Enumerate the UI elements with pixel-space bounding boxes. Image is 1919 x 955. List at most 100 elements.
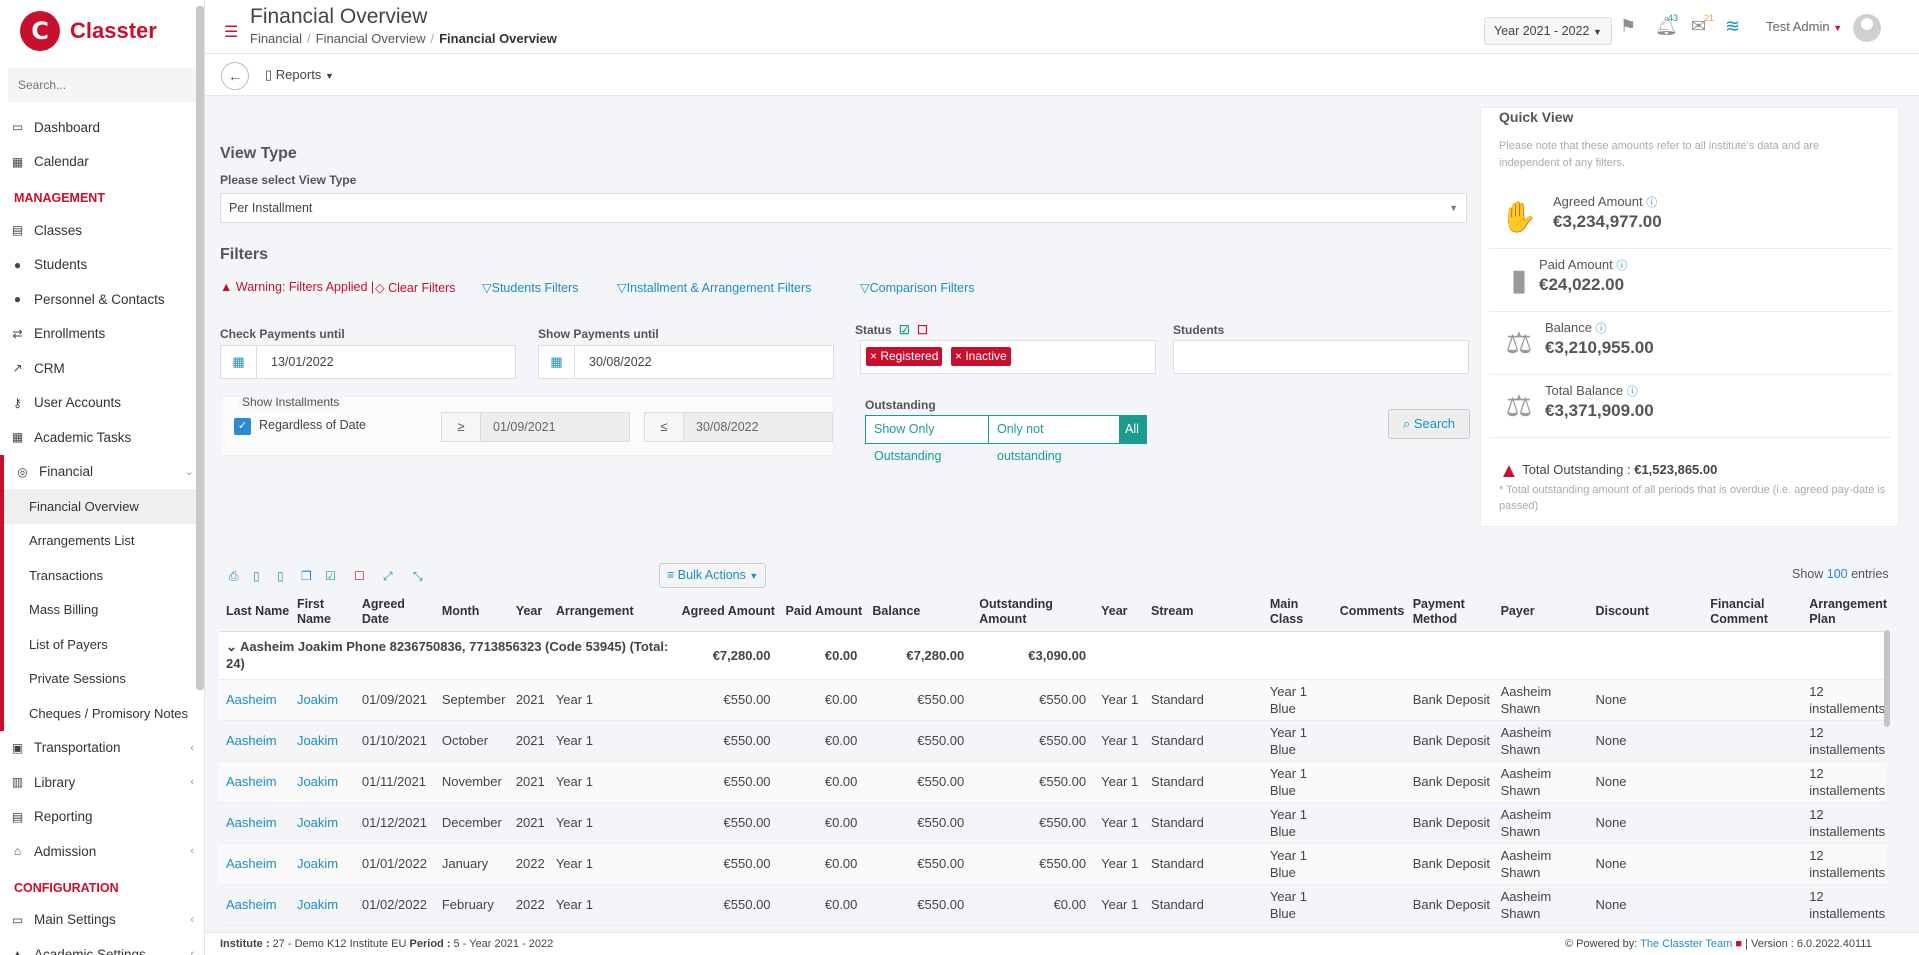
table-cell[interactable]: Aasheim <box>219 761 290 803</box>
sidebar-item-academic-settings[interactable]: ▲ Academic Settings ‹ <box>0 937 204 955</box>
classter-team-link[interactable]: The Classter Team <box>1640 938 1732 950</box>
sidebar-item-enrollments[interactable]: ⇄ Enrollments <box>0 317 204 352</box>
sidebar-item-personnel[interactable]: ● Personnel & Contacts <box>0 282 204 317</box>
check-all-icon[interactable]: ☑ <box>899 323 910 337</box>
col-paid-amount[interactable]: Paid Amount <box>778 593 866 632</box>
print-icon[interactable]: ⎙ <box>229 569 239 584</box>
table-scrollbar[interactable] <box>1884 630 1890 727</box>
sidebar-scrollbar[interactable] <box>196 6 204 690</box>
info-icon[interactable]: ⓘ <box>1596 323 1607 335</box>
col-last-name[interactable]: Last Name <box>219 593 290 632</box>
info-icon[interactable]: ⓘ <box>1616 260 1627 272</box>
sidebar-item-cheques[interactable]: Cheques / Promisory Notes <box>4 696 204 731</box>
sidebar-item-mass-billing[interactable]: Mass Billing <box>4 593 204 628</box>
sidebar-item-arrangements-list[interactable]: Arrangements List <box>4 524 204 559</box>
table-cell[interactable]: Aasheim <box>219 884 290 926</box>
table-cell[interactable]: Joakim <box>289 884 355 926</box>
logo[interactable]: C Classter <box>0 0 204 62</box>
col-payment-method[interactable]: Payment Method <box>1405 593 1494 632</box>
search-button[interactable]: ⌕ Search <box>1388 409 1470 439</box>
sidebar-item-financial[interactable]: ◎ Financial ⌄ <box>0 454 204 489</box>
clear-filters-link[interactable]: ◇ Clear Filters <box>375 280 455 295</box>
view-type-select[interactable]: Per Installment ▼ <box>220 193 1467 223</box>
col-year-2[interactable]: Year <box>1094 593 1145 632</box>
table-cell[interactable]: Aasheim <box>219 679 290 721</box>
select-all-icon[interactable]: ☑ <box>325 569 336 583</box>
col-arrangement[interactable]: Arrangement <box>548 593 675 632</box>
deselect-all-icon[interactable]: ☐ <box>354 569 365 583</box>
from-date-input[interactable]: 01/09/2021 <box>480 412 630 442</box>
info-icon[interactable]: ⓘ <box>1627 386 1638 398</box>
info-icon[interactable]: ⓘ <box>1646 197 1657 209</box>
sidebar-item-library[interactable]: ▥ Library ‹ <box>0 765 204 800</box>
user-name[interactable]: Test Admin ▼ <box>1766 19 1842 34</box>
check-payments-date[interactable]: ▦ 13/01/2022 <box>220 345 516 379</box>
layers-icon[interactable]: ≋ <box>1725 16 1740 37</box>
menu-toggle-icon[interactable]: ☰ <box>224 22 238 42</box>
table-cell[interactable]: Aasheim <box>219 720 290 762</box>
all-option[interactable]: All <box>1119 415 1147 444</box>
col-comments[interactable]: Comments <box>1332 593 1406 632</box>
sidebar-item-main-settings[interactable]: ▭ Main Settings ‹ <box>0 903 204 938</box>
table-cell[interactable]: Aasheim <box>219 843 290 885</box>
back-button[interactable]: ← <box>221 62 249 90</box>
group-row[interactable]: ⌄ Aasheim Joakim Phone 8236750836, 77138… <box>219 631 1887 680</box>
students-filters-link[interactable]: ▽Students Filters <box>482 280 578 295</box>
col-payer[interactable]: Payer <box>1493 593 1589 632</box>
to-date-input[interactable]: 30/08/2022 <box>683 412 833 442</box>
entries-count-select[interactable]: 100 <box>1827 567 1848 581</box>
col-agreed-date[interactable]: Agreed Date <box>354 593 435 632</box>
sidebar-item-transactions[interactable]: Transactions <box>4 558 204 593</box>
sidebar-item-transportation[interactable]: ▣ Transportation ‹ <box>0 731 204 766</box>
table-cell[interactable]: Joakim <box>289 720 355 762</box>
sidebar-item-reporting[interactable]: ▤ Reporting <box>0 800 204 835</box>
expand-icon[interactable]: ⤢ <box>383 569 393 584</box>
avatar[interactable] <box>1853 14 1881 42</box>
regardless-checkbox[interactable]: ✓ <box>234 418 251 435</box>
table-cell[interactable]: Joakim <box>289 843 355 885</box>
col-month[interactable]: Month <box>434 593 509 632</box>
sidebar-item-academic-tasks[interactable]: ▦ Academic Tasks <box>0 420 204 455</box>
students-input[interactable] <box>1173 340 1469 374</box>
col-outstanding-amount[interactable]: Outstanding Amount <box>972 593 1095 632</box>
col-balance[interactable]: Balance <box>865 593 973 632</box>
show-only-outstanding-option[interactable]: Show Only Outstanding <box>865 415 989 463</box>
table-cell[interactable]: Joakim <box>289 761 355 803</box>
col-main-class[interactable]: Main Class <box>1262 593 1333 632</box>
col-discount[interactable]: Discount <box>1588 593 1704 632</box>
col-year[interactable]: Year <box>508 593 549 632</box>
sidebar-item-crm[interactable]: ↗ CRM <box>0 351 204 386</box>
table-cell[interactable]: Joakim <box>289 802 355 844</box>
flag-icon[interactable]: ⚑ <box>1620 16 1636 37</box>
status-select[interactable]: × Registered × Inactive <box>860 340 1156 374</box>
sidebar-item-classes[interactable]: ▤ Classes <box>0 213 204 248</box>
sidebar-item-admission[interactable]: ⌂ Admission ‹ <box>0 834 204 869</box>
status-tag-inactive[interactable]: × Inactive <box>951 347 1011 366</box>
installment-filters-link[interactable]: ▽Installment & Arrangement Filters <box>617 280 811 295</box>
csv-icon[interactable]: ▯ <box>277 569 284 583</box>
col-stream[interactable]: Stream <box>1144 593 1263 632</box>
status-tag-registered[interactable]: × Registered <box>866 347 943 366</box>
excel-icon[interactable]: ▯ <box>253 569 260 583</box>
sidebar-search-input[interactable] <box>8 68 196 102</box>
sidebar-item-list-of-payers[interactable]: List of Payers <box>4 627 204 662</box>
sidebar-item-students[interactable]: ● Students <box>0 248 204 283</box>
uncheck-all-icon[interactable]: ☐ <box>917 323 928 337</box>
collapse-icon[interactable]: ⤡ <box>413 569 423 584</box>
sidebar-item-calendar[interactable]: ▦ Calendar <box>0 145 204 180</box>
table-cell[interactable]: Joakim <box>289 679 355 721</box>
only-not-outstanding-option[interactable]: Only not outstanding <box>988 415 1120 463</box>
sidebar-item-private-sessions[interactable]: Private Sessions <box>4 662 204 697</box>
sidebar-item-financial-overview[interactable]: Financial Overview <box>4 489 204 524</box>
copy-icon[interactable]: ❐ <box>301 569 312 583</box>
show-payments-date[interactable]: ▦ 30/08/2022 <box>538 345 834 379</box>
col-arrangement-plan[interactable]: Arrangement Plan <box>1802 593 1887 632</box>
reports-dropdown[interactable]: ▯ Reports ▼ <box>265 67 334 83</box>
breadcrumb-financial[interactable]: Financial <box>250 31 302 46</box>
year-selector[interactable]: Year 2021 - 2022 ▼ <box>1484 17 1612 45</box>
sidebar-item-user-accounts[interactable]: ⚷ User Accounts <box>0 386 204 421</box>
col-financial-comment[interactable]: Financial Comment <box>1703 593 1803 632</box>
col-first-name[interactable]: First Name <box>289 593 355 632</box>
col-agreed-amount[interactable]: Agreed Amount <box>674 593 779 632</box>
sidebar-item-dashboard[interactable]: ▭ Dashboard <box>0 110 204 145</box>
